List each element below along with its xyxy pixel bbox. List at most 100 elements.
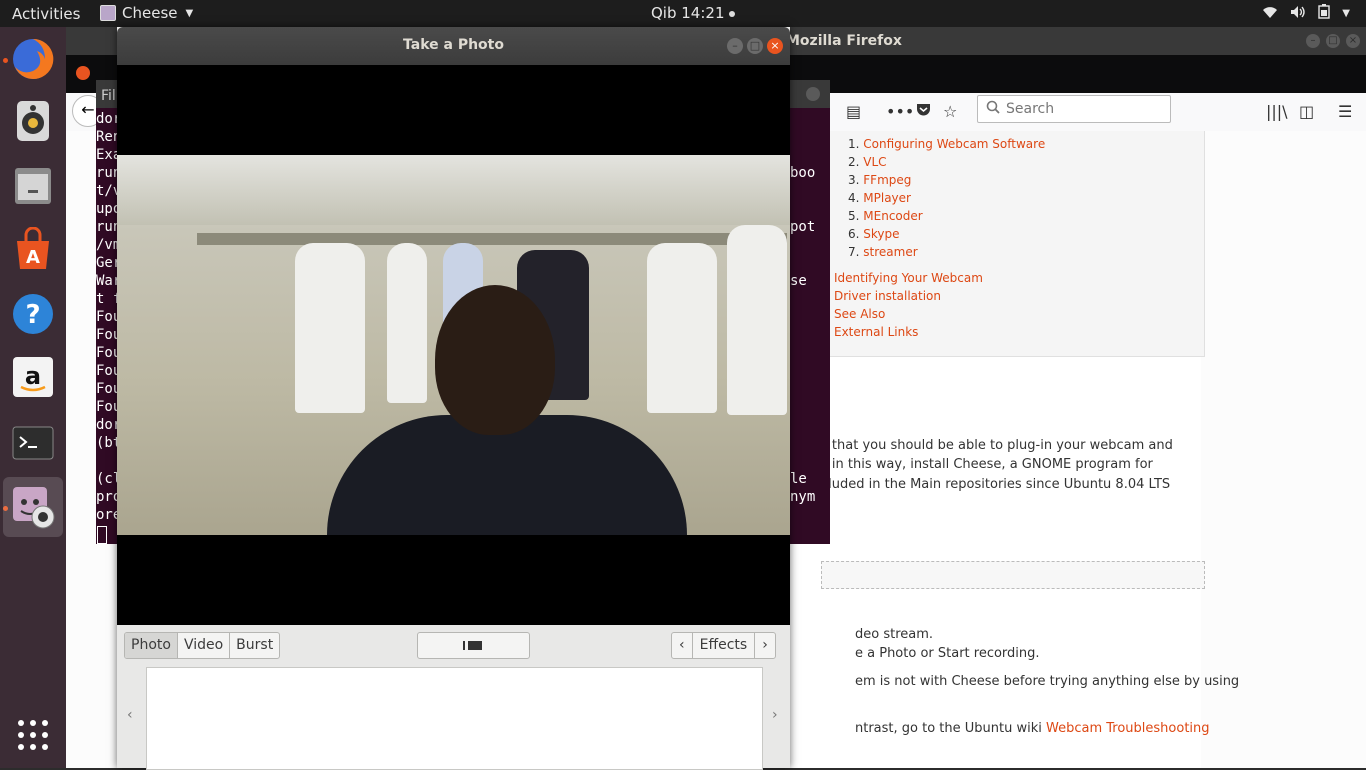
battery-icon — [1318, 4, 1330, 23]
svg-text:A: A — [26, 247, 40, 268]
close-icon[interactable]: × — [767, 38, 783, 54]
chevron-down-icon: ▼ — [185, 7, 194, 19]
pocket-icon[interactable] — [916, 102, 931, 121]
help-icon: ? — [13, 294, 53, 334]
search-input[interactable]: Search — [977, 95, 1171, 123]
paragraph-line: cluded in the Main repositories since Ub… — [821, 477, 1171, 492]
mode-video-button[interactable]: Video — [178, 633, 231, 658]
ceiling-shape — [117, 155, 790, 225]
app-grid-icon — [18, 720, 48, 750]
window-title: Take a Photo — [403, 37, 504, 53]
toc-item[interactable]: 3. FFmpeg — [848, 171, 1045, 189]
camera-preview — [117, 155, 790, 535]
chevron-down-icon: ▼ — [1342, 8, 1350, 19]
paragraph-line: s in this way, install Cheese, a GNOME p… — [821, 457, 1153, 472]
mode-photo-button[interactable]: Photo — [125, 633, 178, 658]
close-icon[interactable]: × — [1346, 34, 1360, 48]
maximize-icon[interactable]: □ — [1326, 34, 1340, 48]
svg-text:?: ? — [25, 300, 40, 330]
hamburger-menu-icon[interactable]: ☰ — [1338, 102, 1352, 121]
bookmark-star-icon[interactable]: ☆ — [943, 102, 957, 121]
toc-item[interactable]: 7. streamer — [848, 243, 1045, 261]
coat-shape — [295, 243, 365, 413]
chevron-left-icon[interactable]: ‹ — [127, 707, 133, 723]
cheese-app-icon — [100, 5, 116, 21]
volume-icon — [1290, 5, 1306, 23]
file-cabinet-icon — [15, 168, 51, 204]
paragraph-text: ntrast, go to the Ubuntu wiki — [855, 721, 1047, 736]
toc-sub-list: 1. Configuring Webcam Software 2. VLC 3.… — [848, 135, 1045, 261]
terminal-cursor — [97, 526, 107, 544]
library-icon[interactable]: |||\ — [1266, 102, 1288, 121]
files-launcher[interactable] — [9, 162, 57, 210]
toc-link[interactable]: Identifying Your Webcam — [834, 269, 983, 287]
coat-shape — [387, 243, 427, 403]
mode-burst-button[interactable]: Burst — [230, 633, 279, 658]
camera-icon — [465, 641, 482, 650]
wifi-icon — [1262, 5, 1278, 23]
thumbnail-strip: ‹ › — [117, 665, 790, 770]
table-of-contents: 1. Configuring Webcam Software 2. VLC 3.… — [821, 131, 1205, 357]
toc-item[interactable]: 6. Skype — [848, 225, 1045, 243]
clock[interactable]: Qib 14:21 — [651, 4, 735, 22]
cheese-titlebar: Take a Photo – □ × — [117, 27, 790, 65]
sidebar-icon[interactable]: ◫ — [1299, 102, 1314, 121]
camera-viewport — [117, 65, 790, 625]
person-head-shape — [435, 285, 555, 435]
minimize-icon[interactable]: – — [1306, 34, 1320, 48]
terminal-output-right: boo pot se le nym — [790, 165, 816, 505]
toc-item[interactable]: 1. Configuring Webcam Software — [848, 135, 1045, 153]
help-launcher[interactable]: ? — [9, 290, 57, 338]
cheese-window: Take a Photo – □ × Photo Video Burst ‹ E… — [117, 27, 790, 770]
paragraph-line: e a Photo or Start recording. — [855, 646, 1040, 661]
toc-item[interactable]: 5. MEncoder — [848, 207, 1045, 225]
reader-view-icon[interactable]: ▤ — [846, 102, 861, 121]
notification-dot-icon — [728, 10, 735, 17]
close-icon[interactable] — [806, 87, 820, 101]
toc-item[interactable]: 4. MPlayer — [848, 189, 1045, 207]
paragraph-line: em is not with Cheese before trying anyt… — [855, 674, 1240, 689]
take-photo-button[interactable] — [417, 632, 530, 659]
ubuntu-tab-icon[interactable] — [76, 66, 90, 80]
search-icon — [986, 100, 1000, 118]
effects-button[interactable]: Effects — [693, 633, 756, 658]
toc-link[interactable]: See Also — [834, 305, 983, 323]
cheese-launcher[interactable] — [3, 477, 63, 537]
amazon-icon: a — [13, 357, 53, 397]
paragraph-line: deo stream. — [855, 627, 934, 642]
clock-label: Qib 14:21 — [651, 4, 725, 22]
toc-link[interactable]: Driver installation — [834, 287, 983, 305]
toc-item[interactable]: 2. VLC — [848, 153, 1045, 171]
toc-main-list: Identifying Your Webcam Driver installat… — [834, 269, 983, 341]
code-box — [821, 561, 1205, 589]
system-tray[interactable]: ▼ — [1262, 4, 1350, 23]
firefox-launcher[interactable] — [9, 35, 57, 83]
coat-shape — [727, 225, 787, 415]
webcam-icon — [13, 487, 55, 529]
firefox-icon — [13, 38, 54, 79]
app-menu-label: Cheese — [122, 4, 178, 22]
top-bar: Activities Cheese ▼ Qib 14:21 ▼ — [0, 0, 1366, 27]
toc-link[interactable]: External Links — [834, 323, 983, 341]
minimize-icon[interactable]: – — [727, 38, 743, 54]
terminal-launcher[interactable] — [9, 419, 57, 467]
thumbnail-area[interactable] — [146, 667, 763, 770]
rhythmbox-launcher[interactable] — [9, 97, 57, 145]
shopping-bag-icon: A — [17, 227, 49, 269]
paragraph-line: ntrast, go to the Ubuntu wiki Webcam Tro… — [855, 721, 1210, 736]
coat-shape — [647, 243, 717, 413]
show-applications-button[interactable] — [17, 719, 49, 751]
app-menu[interactable]: Cheese ▼ — [100, 4, 193, 22]
amazon-launcher[interactable]: a — [9, 353, 57, 401]
effects-prev-button[interactable]: ‹ — [672, 633, 693, 658]
webcam-troubleshooting-link[interactable]: Webcam Troubleshooting — [1046, 721, 1210, 736]
effects-next-button[interactable]: › — [755, 633, 775, 658]
svg-text:a: a — [25, 362, 41, 390]
paragraph-line: s that you should be able to plug-in you… — [821, 438, 1173, 453]
maximize-icon[interactable]: □ — [747, 38, 763, 54]
effects-group: ‹ Effects › — [671, 632, 776, 659]
activities-button[interactable]: Activities — [12, 5, 80, 23]
page-actions-icon[interactable]: ••• — [886, 102, 914, 121]
software-launcher[interactable]: A — [9, 225, 57, 273]
chevron-right-icon[interactable]: › — [772, 707, 778, 723]
